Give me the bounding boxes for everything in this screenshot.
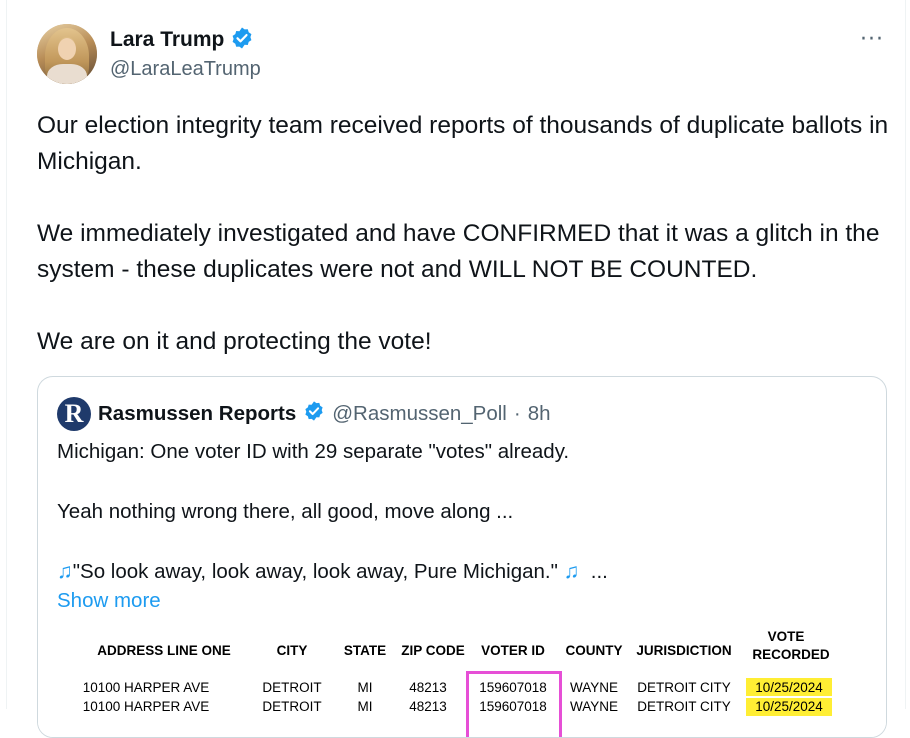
table-header-cell: CITY	[276, 643, 308, 658]
table-cell: 159607018	[479, 699, 547, 714]
table-cell: MI	[357, 699, 373, 714]
verified-badge-icon	[303, 400, 325, 428]
author-name[interactable]: Lara Trump	[110, 28, 224, 52]
quoted-tweet[interactable]: R Rasmussen Reports @Rasmussen_Poll · 8h…	[37, 376, 887, 738]
table-cell: 159607018	[479, 680, 547, 695]
table-cell: 48213	[409, 699, 447, 714]
quoted-author-name[interactable]: Rasmussen Reports	[98, 402, 296, 426]
tweet-card: Lara Trump @LaraLeaTrump ··· Our electio…	[6, 0, 906, 738]
table-cell: MI	[357, 680, 373, 695]
verified-badge-icon	[230, 26, 254, 54]
table-cell: 10100 HARPER AVE	[82, 699, 210, 714]
table-header-cell: VOTER ID	[481, 643, 545, 658]
quoted-tweet-body: Michigan: One voter ID with 29 separate …	[57, 437, 867, 587]
table-header-cell: COUNTY	[565, 643, 623, 658]
table-cell: DETROIT CITY	[637, 680, 731, 695]
quoted-line-3-text: "So look away, look away, look away, Pur…	[72, 560, 558, 583]
table-cell: 10100 HARPER AVE	[82, 680, 210, 695]
music-note-icon: ♫	[563, 560, 580, 583]
quoted-line: Michigan: One voter ID with 29 separate …	[57, 440, 570, 463]
voter-table-image[interactable]: ADDRESS LINE ONE CITY STATE ZIP CODE VOT…	[38, 627, 886, 737]
table-header-cell: VOTE	[767, 629, 805, 644]
tweet-body: Our election integrity team received rep…	[37, 108, 897, 360]
table-header-cell: ADDRESS LINE ONE	[97, 643, 231, 658]
table-header-cell: RECORDED	[752, 647, 830, 662]
separator-dot: ·	[513, 402, 521, 425]
rasmussen-logo-icon: R	[57, 397, 91, 431]
table-cell: 48213	[409, 680, 447, 695]
quoted-tweet-header: R Rasmussen Reports @Rasmussen_Poll · 8h	[57, 397, 551, 431]
music-note-icon: ♫	[57, 560, 73, 583]
quoted-author-handle[interactable]: @Rasmussen_Poll	[332, 402, 507, 426]
tweet-paragraph: Our election integrity team received rep…	[37, 112, 895, 175]
show-more-link[interactable]: Show more	[57, 589, 161, 613]
ellipsis: ...	[590, 560, 608, 583]
table-cell: DETROIT CITY	[637, 699, 731, 714]
table-cell: WAYNE	[569, 699, 619, 714]
more-options-icon[interactable]: ···	[857, 24, 887, 54]
table-cell: DETROIT	[262, 699, 322, 714]
table-header-cell: JURISDICTION	[636, 643, 732, 658]
author-handle[interactable]: @LaraLeaTrump	[110, 58, 261, 81]
table-cell: DETROIT	[262, 680, 322, 695]
table-header-cell: STATE	[343, 643, 387, 658]
tweet-paragraph: We immediately investigated and have CON…	[37, 220, 887, 283]
quoted-line-3: ♫"So look away, look away, look away, Pu…	[57, 557, 867, 587]
table-cell: WAYNE	[569, 680, 619, 695]
tweet-paragraph: We are on it and protecting the vote!	[37, 328, 432, 355]
author-avatar[interactable]	[37, 24, 97, 84]
quoted-timestamp[interactable]: 8h	[528, 402, 551, 426]
table-cell: 10/25/2024	[755, 699, 823, 714]
table-cell: 10/25/2024	[755, 680, 823, 695]
table-header-cell: ZIP CODE	[401, 643, 465, 658]
author-name-row: Lara Trump	[110, 26, 254, 54]
quoted-line: Yeah nothing wrong there, all good, move…	[57, 500, 514, 523]
